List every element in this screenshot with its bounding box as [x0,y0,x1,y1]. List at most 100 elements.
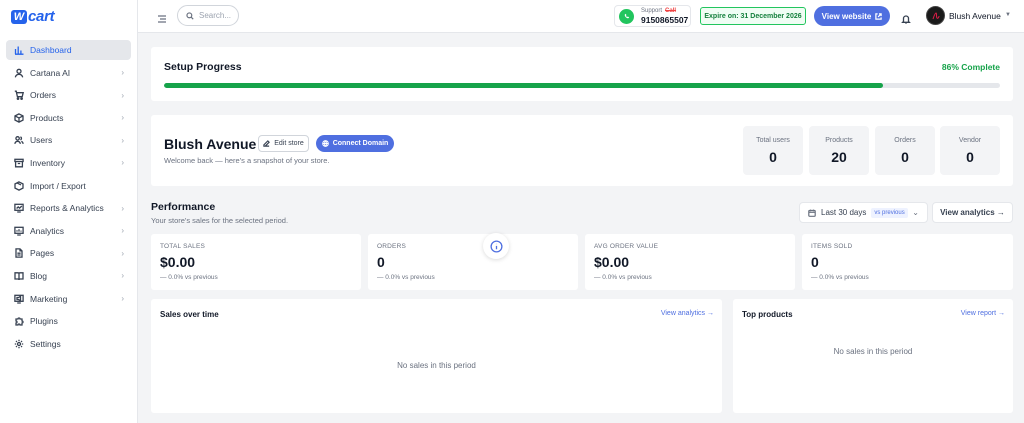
kpi-delta: — 0.0% vs previous [811,274,869,281]
support-contact[interactable]: Support Call 9150865507 [614,5,691,27]
info-icon[interactable] [483,233,509,259]
stat-products: Products 20 [809,126,869,175]
chevron-right-icon: › [121,90,124,100]
logo-mark: W [11,9,27,24]
search-placeholder: Search... [199,11,232,20]
support-label: Support Call [641,7,677,14]
sidebar-item-label: Import / Export [30,180,86,191]
sidebar-item-label: Plugins [30,316,58,327]
sidebar-item-reports-analytics[interactable]: Reports & Analytics › [6,198,131,218]
sidebar-item-blog[interactable]: Blog › [6,266,131,286]
call-tag: Call [665,7,677,14]
topbar: Search... Support Call 9150865507 Expire … [138,0,1024,33]
sidebar-item-users[interactable]: Users › [6,130,131,150]
view-analytics-button[interactable]: View analytics → [932,202,1013,223]
sidebar-item-pages[interactable]: Pages › [6,243,131,263]
logo[interactable]: W cart [11,8,55,25]
chevron-right-icon: › [121,113,124,123]
edit-store-button[interactable]: Edit store [258,135,309,152]
setup-percent: 86% Complete [941,62,1000,72]
date-range-label: Last 30 days [821,208,867,217]
kpi-avg-order-value: Avg order value $0.00 — 0.0% vs previous [585,234,795,290]
performance-title: Performance [151,201,216,213]
menu-toggle-icon[interactable] [157,11,167,23]
sidebar-item-analytics[interactable]: Analytics › [6,221,131,241]
sidebar-item-label: Products [30,112,64,123]
sales-over-time-panel: Sales over time View analytics → No sale… [151,299,722,413]
view-website-button[interactable]: View website [814,6,890,26]
sidebar-item-label: Orders [30,90,56,101]
globe-icon [321,140,329,147]
sidebar-item-label: Users [30,135,53,146]
chevron-right-icon: › [121,294,124,304]
sidebar-item-label: Inventory [30,157,65,168]
chevron-right-icon: › [121,226,124,236]
stat-label: Total users [756,137,790,144]
bell-icon[interactable] [901,11,911,24]
stat-value: 20 [831,149,847,165]
file-icon [14,248,24,259]
panel-title: Sales over time [160,310,219,319]
kpi-delta: — 0.0% vs previous [594,274,652,281]
stat-value: 0 [769,149,777,165]
connect-domain-button[interactable]: Connect Domain [316,135,394,152]
view-report-link[interactable]: View report → [961,310,1005,317]
kpi-value: 0 [811,254,819,270]
kpi-delta: — 0.0% vs previous [160,274,218,281]
sidebar-item-dashboard[interactable]: Dashboard [6,40,131,60]
date-range-select[interactable]: Last 30 days vs previous ⌄ [799,202,928,223]
sidebar-item-products[interactable]: Products › [6,108,131,128]
empty-state: No sales in this period [833,347,913,356]
kpi-value: $0.00 [594,254,630,270]
progress-track [164,83,1000,88]
panel-title: Top products [742,310,793,319]
connect-domain-label: Connect Domain [332,140,389,147]
chevron-right-icon: › [121,248,124,258]
progress-fill [164,83,883,88]
edit-icon [263,140,271,147]
welcome-text: Welcome back — here's a snapshot of your… [164,156,330,165]
view-website-label: View website [821,11,872,21]
edit-store-label: Edit store [274,140,304,147]
sidebar-item-label: Analytics [30,225,65,236]
view-analytics-link[interactable]: View analytics → [661,310,714,317]
setup-progress-card: Setup Progress 86% Complete [151,47,1013,101]
kpi-orders: Orders 0 — 0.0% vs previous [368,234,578,290]
sidebar-item-label: Settings [30,338,61,349]
chevron-right-icon: › [121,68,124,78]
stat-label: Vendor [958,137,982,144]
chevron-right-icon: › [121,203,124,213]
sidebar-item-plugins[interactable]: Plugins [6,311,131,331]
analytics-icon [14,226,24,236]
sidebar-item-label: Dashboard [30,45,72,55]
sidebar-item-orders[interactable]: Orders › [6,85,131,105]
box-icon [14,112,24,123]
sidebar-item-inventory[interactable]: Inventory › [6,153,131,173]
support-phone: 9150865507 [641,14,689,25]
sidebar-item-label: Cartana AI [30,67,71,78]
sidebar-item-marketing[interactable]: Marketing › [6,289,131,309]
avatar[interactable] [926,6,945,25]
chevron-right-icon: › [121,135,124,145]
kpi-total-sales: Total sales $0.00 — 0.0% vs previous [151,234,361,290]
setup-title: Setup Progress [164,61,242,73]
sidebar-item-import-export[interactable]: Import / Export [6,176,131,196]
bar-chart-icon [14,45,24,55]
sidebar-item-settings[interactable]: Settings [6,334,131,354]
users-icon [14,135,24,145]
chevron-down-icon[interactable]: ▼ [1005,12,1011,18]
kpi-label: Avg order value [594,243,659,250]
archive-icon [14,158,24,168]
sidebar-item-cartana-ai[interactable]: Cartana AI › [6,63,131,83]
user-icon [14,68,24,78]
sidebar-nav: Dashboard Cartana AI › Orders › Products › User… [6,40,131,356]
stat-label: Products [825,137,853,144]
top-products-panel: Top products View report → No sales in t… [733,299,1013,413]
megaphone-icon [14,294,24,304]
whatsapp-icon [619,8,634,24]
sidebar-item-label: Pages [30,248,55,259]
search-input[interactable]: Search... [177,5,239,26]
user-name[interactable]: Blush Avenue [949,11,1001,21]
empty-state: No sales in this period [397,361,476,370]
sidebar-item-label: Blog [30,270,48,281]
